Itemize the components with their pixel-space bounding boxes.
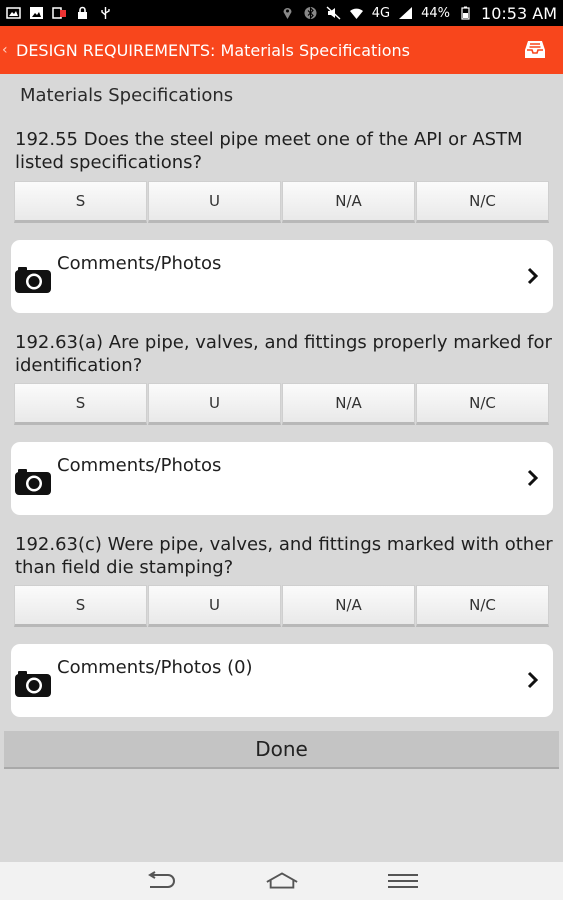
system-nav-bar <box>0 862 563 900</box>
screen-mirror-icon <box>52 6 67 20</box>
location-icon <box>280 6 295 20</box>
action-bar: ‹ DESIGN REQUIREMENTS: Materials Specifi… <box>0 26 563 74</box>
answer-nc-button[interactable]: N/C <box>416 383 549 425</box>
answer-u-button[interactable]: U <box>148 181 281 223</box>
battery-percentage: 44% <box>421 5 451 21</box>
question-text: 192.55 Does the steel pipe meet one of t… <box>15 129 523 173</box>
answer-button-row: S U N/A N/C <box>14 181 549 223</box>
answer-s-button[interactable]: S <box>14 383 147 425</box>
answer-nc-button[interactable]: N/C <box>416 181 549 223</box>
answer-button-row: S U N/A N/C <box>14 383 549 425</box>
comments-photos-row[interactable]: Comments/Photos <box>11 442 553 515</box>
answer-nc-button[interactable]: N/C <box>416 585 549 627</box>
page-title[interactable]: DESIGN REQUIREMENTS: Materials Specifica… <box>16 41 521 60</box>
question-text: 192.63(a) Are pipe, valves, and fittings… <box>15 332 552 376</box>
lock-icon <box>75 6 90 20</box>
chevron-right-icon <box>527 468 539 488</box>
answer-u-button[interactable]: U <box>148 383 281 425</box>
home-icon[interactable] <box>265 870 299 892</box>
answer-na-button[interactable]: N/A <box>282 585 415 627</box>
answer-na-button[interactable]: N/A <box>282 181 415 223</box>
mute-icon <box>326 6 341 20</box>
answer-na-button[interactable]: N/A <box>282 383 415 425</box>
usb-icon <box>98 6 113 20</box>
comments-photos-label: Comments/Photos <box>57 455 222 476</box>
answer-s-button[interactable]: S <box>14 585 147 627</box>
camera-icon <box>14 264 52 294</box>
gallery-notification-icon <box>29 6 44 20</box>
network-type-label: 4G <box>371 5 391 21</box>
bluetooth-icon <box>303 6 318 20</box>
answer-s-button[interactable]: S <box>14 181 147 223</box>
chevron-right-icon <box>527 670 539 690</box>
section-title: Materials Specifications <box>20 85 234 106</box>
camera-icon <box>14 668 52 698</box>
comments-photos-label: Comments/Photos <box>57 253 222 274</box>
status-left-icons <box>6 6 113 20</box>
status-right-icons: 4G 44% 10:53 AM <box>280 4 557 23</box>
answer-button-row: S U N/A N/C <box>14 585 549 627</box>
status-bar: 4G 44% 10:53 AM <box>0 0 563 26</box>
comments-photos-label: Comments/Photos (0) <box>57 657 253 678</box>
menu-icon[interactable] <box>386 870 420 892</box>
wifi-icon <box>349 6 364 20</box>
inbox-tray-icon[interactable] <box>521 36 549 64</box>
chevron-left-icon[interactable]: ‹ <box>2 42 16 58</box>
chevron-right-icon <box>527 266 539 286</box>
question-text: 192.63(c) Were pipe, valves, and fitting… <box>15 534 553 578</box>
clock: 10:53 AM <box>481 3 557 23</box>
answer-u-button[interactable]: U <box>148 585 281 627</box>
camera-icon <box>14 466 52 496</box>
comments-photos-row[interactable]: Comments/Photos <box>11 240 553 313</box>
back-icon[interactable] <box>144 870 178 892</box>
battery-icon <box>458 6 473 20</box>
comments-photos-row[interactable]: Comments/Photos (0) <box>11 644 553 717</box>
image-notification-icon <box>6 6 21 20</box>
done-button[interactable]: Done <box>4 731 559 769</box>
signal-strength-icon <box>398 6 413 20</box>
